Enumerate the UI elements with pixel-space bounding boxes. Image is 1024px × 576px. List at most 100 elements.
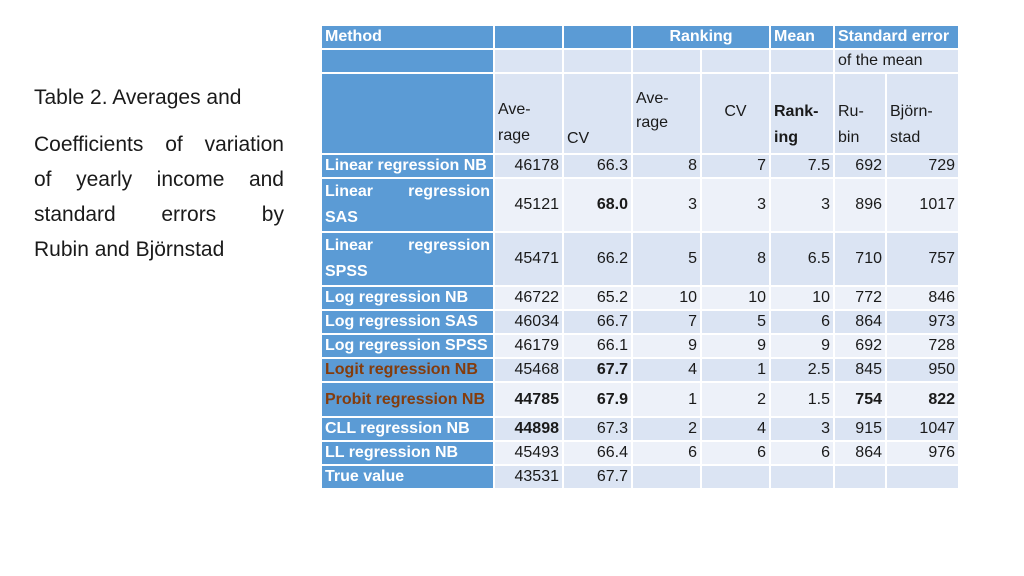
header-average: Ave- rage [493,72,564,155]
header-bjornstad-line: stad [890,129,921,146]
header-average-line: rage [498,127,531,144]
table-row: Logit regression NB 45468 67.7 4 1 2.5 8… [320,357,961,383]
bjornstad-cell: 973 [884,309,961,335]
bjornstad-cell: 846 [884,285,961,311]
table-caption: Table 2. Averages and Coefficients of va… [34,80,284,267]
header-empty [631,48,702,74]
rank-average-cell: 6 [631,440,702,466]
method-cell: Probit regression NB [320,381,495,418]
header-empty [493,24,564,50]
header-average-line: Ave- [498,101,531,118]
table-row: Linear regression SPSS 45471 66.2 5 8 6.… [320,231,961,287]
cv-cell: 67.9 [562,381,633,418]
header-ranking: Ranking [631,24,771,50]
rank-average-cell: 7 [631,309,702,335]
rank-mean-cell: 2.5 [769,357,835,383]
header-rank-cv-label: CV [724,103,747,120]
rubin-cell: 710 [833,231,887,287]
header-mean: Mean [769,24,835,50]
header-rubin: Ru- bin [833,72,887,155]
bjornstad-cell: 757 [884,231,961,287]
rank-mean-cell: 6 [769,440,835,466]
rank-mean-cell [769,464,835,490]
caption-line: Rubin and Björnstad [34,238,225,261]
rank-average-cell: 3 [631,177,702,233]
method-cell: Linear regression SAS [320,177,495,233]
rank-average-cell: 10 [631,285,702,311]
average-cell: 43531 [493,464,564,490]
rank-mean-cell: 6.5 [769,231,835,287]
average-cell: 46179 [493,333,564,359]
cv-cell: 66.7 [562,309,633,335]
average-cell: 45468 [493,357,564,383]
bjornstad-cell: 1017 [884,177,961,233]
caption-line: Table 2. Averages and [34,86,242,109]
bjornstad-cell: 950 [884,357,961,383]
rank-average-cell: 5 [631,231,702,287]
rank-cv-cell: 8 [700,231,771,287]
rank-mean-cell: 6 [769,309,835,335]
bjornstad-cell: 976 [884,440,961,466]
rank-cv-cell: 7 [700,153,771,179]
rubin-cell: 845 [833,357,887,383]
rubin-cell: 692 [833,333,887,359]
header-row-1: Method Ranking Mean Standard error [320,24,961,50]
method-cell: Log regression SPSS [320,333,495,359]
cv-cell: 65.2 [562,285,633,311]
method-cell: Linear regression NB [320,153,495,179]
bjornstad-cell: 822 [884,381,961,418]
cv-cell: 67.3 [562,416,633,442]
header-rank-mean: Rank- ing [769,72,835,155]
header-bjornstad-line: Björn- [890,103,933,120]
rubin-cell: 692 [833,153,887,179]
average-cell: 44898 [493,416,564,442]
rank-mean-cell: 9 [769,333,835,359]
header-rank-average: Ave- rage [631,72,702,155]
caption-line: of yearly income and [34,168,284,191]
rank-cv-cell: 10 [700,285,771,311]
method-cell: True value [320,464,495,490]
bjornstad-cell: 729 [884,153,961,179]
rank-average-cell: 2 [631,416,702,442]
rank-mean-cell: 3 [769,177,835,233]
rubin-cell: 915 [833,416,887,442]
average-cell: 46722 [493,285,564,311]
rank-cv-cell: 5 [700,309,771,335]
rank-average-cell: 1 [631,381,702,418]
rank-cv-cell [700,464,771,490]
cv-cell: 66.3 [562,153,633,179]
bjornstad-cell [884,464,961,490]
cv-cell: 66.1 [562,333,633,359]
rank-cv-cell: 9 [700,333,771,359]
rubin-cell: 754 [833,381,887,418]
header-rank-mean-line: ing [774,129,798,146]
average-cell: 46034 [493,309,564,335]
average-cell: 45471 [493,231,564,287]
header-empty [562,24,633,50]
average-cell: 46178 [493,153,564,179]
rank-mean-cell: 7.5 [769,153,835,179]
rank-average-cell: 4 [631,357,702,383]
cv-cell: 66.4 [562,440,633,466]
header-row-3: Ave- rage CV Ave- rage CV Rank- ing Ru- … [320,72,961,155]
average-cell: 45121 [493,177,564,233]
rubin-cell: 864 [833,440,887,466]
header-cv: CV [562,72,633,155]
table-row: Log regression SPSS 46179 66.1 9 9 9 692… [320,333,961,359]
table-row: Log regression NB 46722 65.2 10 10 10 77… [320,285,961,311]
header-bjornstad: Björn- stad [884,72,961,155]
cv-cell: 68.0 [562,177,633,233]
method-cell: Logit regression NB [320,357,495,383]
table-row: Linear regression NB 46178 66.3 8 7 7.5 … [320,153,961,179]
header-rank-average-line: Ave- [636,90,669,107]
header-std-error: Standard error [832,24,961,50]
rank-average-cell: 9 [631,333,702,359]
method-cell: LL regression NB [320,440,495,466]
rank-cv-cell: 6 [700,440,771,466]
header-empty [562,48,633,74]
rubin-cell [833,464,887,490]
cv-cell: 66.2 [562,231,633,287]
table-row: Probit regression NB 44785 67.9 1 2 1.5 … [320,381,961,418]
method-cell: Log regression SAS [320,309,495,335]
method-cell: Linear regression SPSS [320,231,495,287]
